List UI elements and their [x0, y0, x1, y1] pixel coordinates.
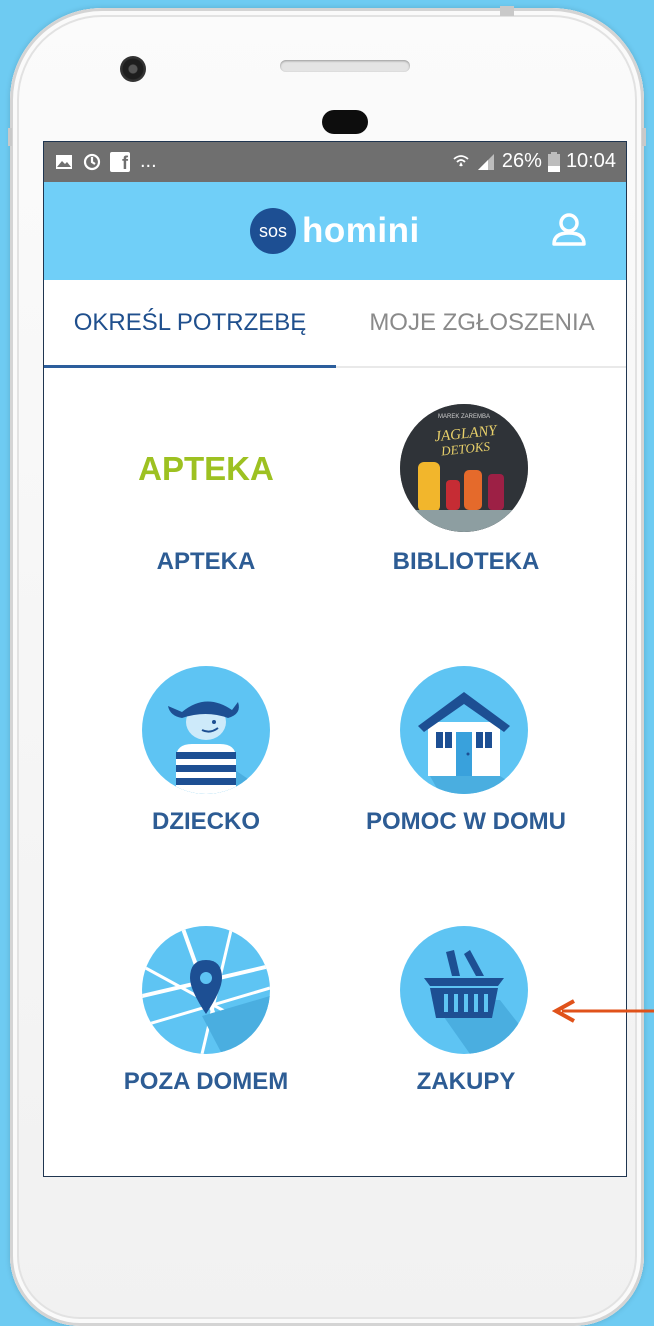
app-logo: sos homini	[250, 208, 420, 254]
earpiece-speaker	[280, 60, 410, 72]
active-tab-indicator	[44, 365, 336, 368]
battery-percentage: 26%	[501, 150, 542, 172]
phone-side-button	[642, 128, 646, 146]
logo-text: homini	[302, 211, 420, 250]
shopping-basket-icon	[400, 926, 528, 1054]
annotation-arrow-icon	[552, 999, 654, 1023]
sync-icon	[83, 153, 101, 170]
book-author: MAREK ZAREMBA	[438, 414, 490, 420]
signal-icon	[477, 153, 494, 170]
category-dziecko[interactable]: DZIECKO	[60, 666, 352, 846]
status-bar: f ... 26% 10:04	[44, 142, 626, 182]
category-label: BIBLIOTEKA	[392, 548, 540, 575]
category-apteka[interactable]: APTEKA APTEKA	[60, 404, 352, 584]
category-biblioteka[interactable]: MAREK ZAREMBA JAGLANY DETOKS BIBLIOTEKA	[320, 404, 612, 584]
battery-icon	[547, 151, 560, 172]
proximity-sensor	[322, 110, 368, 134]
house-icon	[400, 666, 528, 794]
facebook-icon-glyph: f	[122, 152, 128, 173]
phone-top-button	[500, 6, 514, 16]
tab-okresl-potrzebe[interactable]: OKREŚL POTRZEBĘ	[44, 280, 336, 366]
user-profile-icon[interactable]	[549, 210, 589, 250]
tab-moje-zgloszenia[interactable]: MOJE ZGŁOSZENIA	[336, 280, 626, 366]
category-label: APTEKA	[156, 548, 256, 575]
book-cover-icon: MAREK ZAREMBA JAGLANY DETOKS	[400, 404, 528, 532]
clock: 10:04	[565, 150, 616, 172]
status-ellipsis: ...	[140, 150, 157, 172]
phone-side-button	[8, 128, 12, 146]
map-pin-icon	[142, 926, 270, 1054]
tab-label: MOJE ZGŁOSZENIA	[369, 309, 595, 336]
category-poza-domem[interactable]: POZA DOMEM	[60, 926, 352, 1106]
category-label: ZAKUPY	[416, 1068, 516, 1095]
phone-screen: f ... 26% 10:04 sos homini OKREŚL POTRZE…	[43, 141, 627, 1177]
wifi-icon	[453, 154, 469, 166]
tab-bar: OKREŚL POTRZEBĘ MOJE ZGŁOSZENIA	[44, 280, 626, 368]
category-label: DZIECKO	[152, 808, 260, 835]
tab-label: OKREŚL POTRZEBĘ	[73, 309, 307, 336]
facebook-icon: f	[110, 151, 130, 173]
pharmacy-logo: APTEKA	[138, 450, 274, 487]
logo-badge: sos	[250, 208, 296, 254]
category-label: POMOC W DOMU	[366, 808, 566, 835]
category-pomoc-w-domu[interactable]: POMOC W DOMU	[320, 666, 612, 846]
image-icon	[56, 154, 72, 169]
front-camera	[120, 56, 146, 82]
child-icon	[142, 666, 270, 794]
app-bar: sos homini	[44, 182, 626, 280]
category-label: POZA DOMEM	[123, 1068, 289, 1095]
